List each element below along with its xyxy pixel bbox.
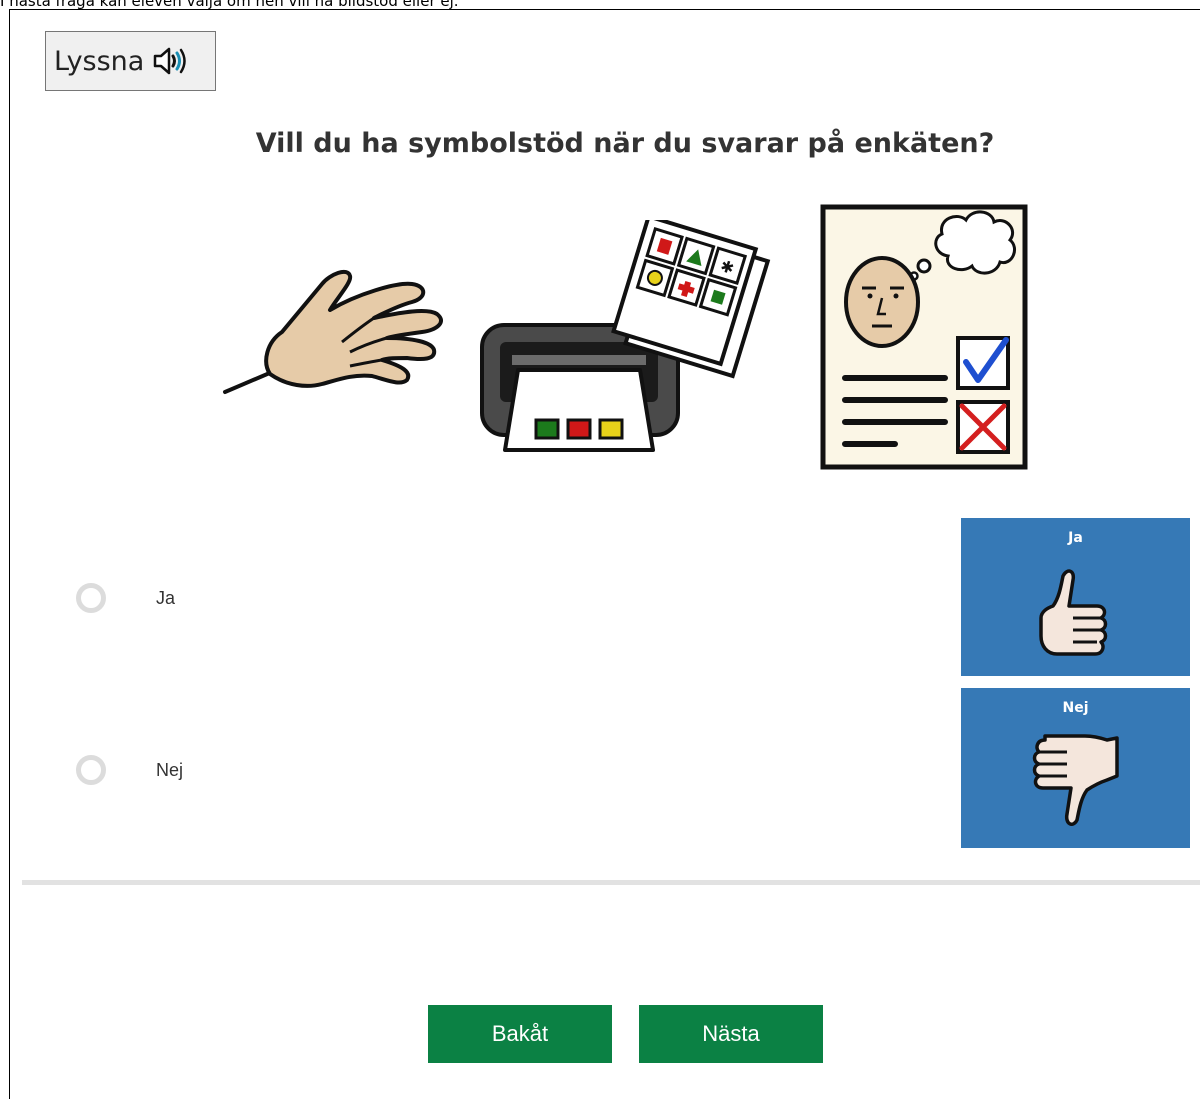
printer-icon: ✱ <box>478 213 773 455</box>
listen-button-label: Lyssna <box>54 45 145 77</box>
thumbs-up-icon <box>1035 566 1115 671</box>
survey-paper-icon <box>820 204 1028 470</box>
speaker-icon <box>152 47 187 75</box>
radio-nej[interactable] <box>76 755 106 785</box>
symbol-tile-nej-title: Nej <box>1062 700 1089 716</box>
symbol-tile-ja-title: Ja <box>1068 530 1083 546</box>
listen-button[interactable]: Lyssna <box>45 31 216 91</box>
option-ja-label: Ja <box>156 587 176 608</box>
section-divider <box>22 880 1200 885</box>
option-nej-label: Nej <box>156 759 184 780</box>
question-heading: Vill du ha symbolstöd när du svarar på e… <box>255 128 995 159</box>
next-button[interactable]: Nästa <box>639 1005 823 1063</box>
option-nej[interactable]: Nej <box>60 740 183 800</box>
radio-ja[interactable] <box>76 583 106 613</box>
hand-icon <box>222 262 452 398</box>
symbol-tile-ja: Ja <box>961 518 1190 676</box>
option-ja[interactable]: Ja <box>60 568 175 628</box>
thumbs-down-icon <box>1031 728 1123 839</box>
back-button[interactable]: Bakåt <box>428 1005 612 1063</box>
symbol-tile-nej: Nej <box>961 688 1190 848</box>
